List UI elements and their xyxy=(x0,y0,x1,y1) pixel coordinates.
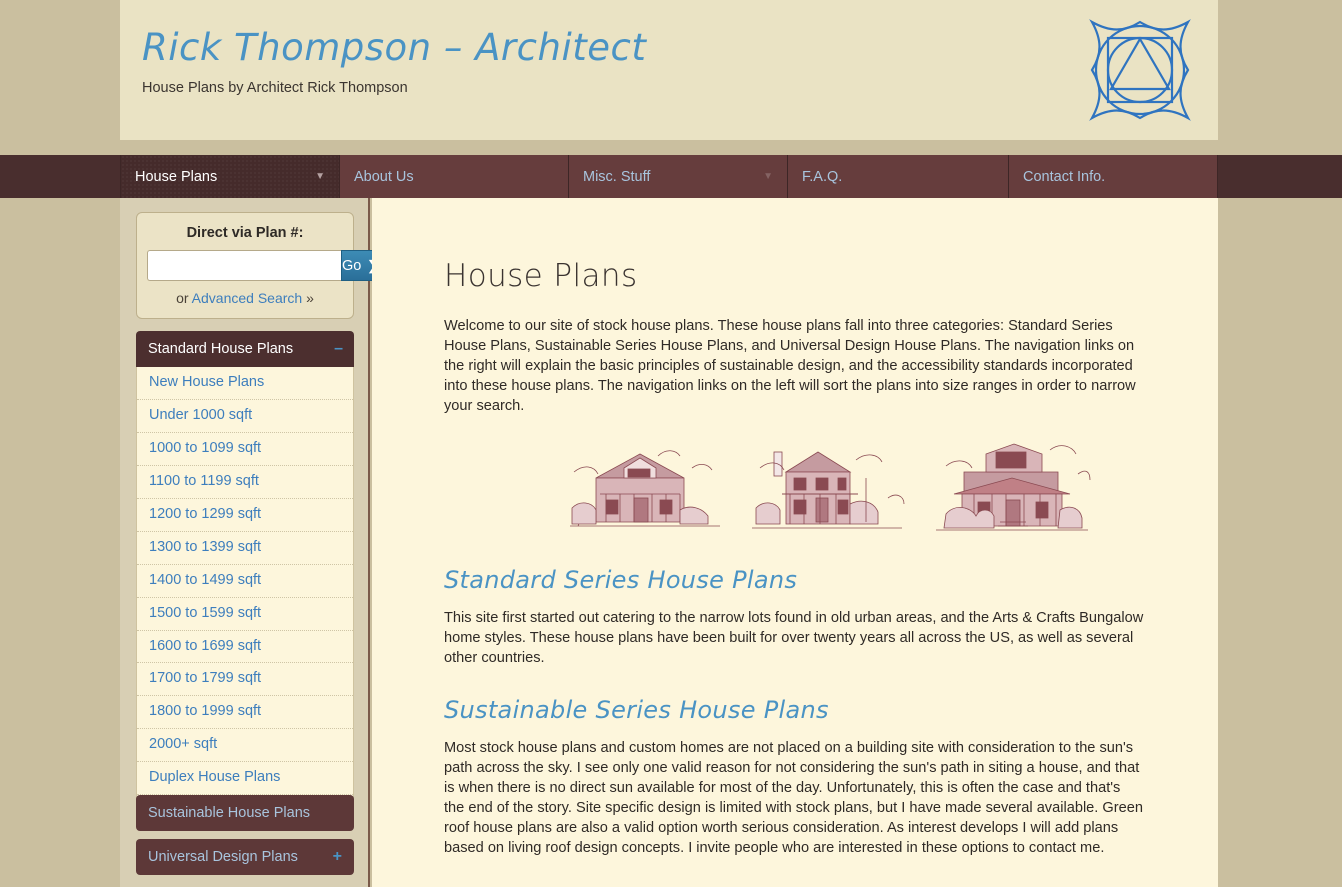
list-item[interactable]: 2000+ sqft xyxy=(137,729,353,763)
accordion-body-standard: New House Plans Under 1000 sqft 1000 to … xyxy=(136,367,354,831)
nav-label-faq: F.A.Q. xyxy=(802,168,843,185)
list-item[interactable]: 1600 to 1699 sqft xyxy=(137,631,353,664)
intro-paragraph: Welcome to our site of stock house plans… xyxy=(444,318,1136,414)
advanced-search-row: or Advanced Search » xyxy=(147,290,343,306)
go-button-label: Go xyxy=(342,257,362,274)
accordion-header-universal[interactable]: Universal Design Plans + xyxy=(136,839,354,875)
section-heading-standard: Standard Series House Plans xyxy=(444,566,798,594)
nav-item-misc-stuff[interactable]: Misc. Stuff ▼ xyxy=(569,155,788,198)
plan-number-search-box: Direct via Plan #: Go ❯ or Advanced Sear… xyxy=(136,212,380,319)
accordion-header-sustainable[interactable]: Sustainable House Plans xyxy=(136,795,354,831)
list-item[interactable]: 1100 to 1199 sqft xyxy=(137,466,353,499)
left-sidebar: Direct via Plan #: Go ❯ or Advanced Sear… xyxy=(120,198,380,887)
house-illustrations-row xyxy=(562,438,1163,538)
plus-icon: + xyxy=(332,848,342,865)
nav-item-about-us[interactable]: About Us xyxy=(340,155,569,198)
accordion-title-sustainable: Sustainable House Plans xyxy=(148,805,311,821)
list-item[interactable]: 1500 to 1599 sqft xyxy=(137,598,353,631)
accordion-title-universal: Universal Design Plans xyxy=(148,849,298,865)
craftsman-house-sketch-3-icon xyxy=(930,438,1093,538)
list-item[interactable]: 1000 to 1099 sqft xyxy=(137,433,353,466)
list-item[interactable]: 1200 to 1299 sqft xyxy=(137,499,353,532)
advanced-search-prefix: or xyxy=(176,290,192,306)
chevron-down-icon: ▼ xyxy=(763,170,773,182)
accordion-sustainable-house-plans: Sustainable House Plans xyxy=(136,795,354,831)
page-root: Rick Thompson – Architect House Plans by… xyxy=(0,0,1342,887)
search-label: Direct via Plan #: xyxy=(186,225,304,241)
geometric-architect-logo-icon xyxy=(1080,10,1200,130)
page-title: Rick Thompson – Architect xyxy=(142,26,647,69)
nav-item-faq[interactable]: F.A.Q. xyxy=(788,155,1009,198)
list-item[interactable]: 1700 to 1799 sqft xyxy=(137,663,353,697)
accordion-title-standard: Standard House Plans xyxy=(148,341,294,357)
accordion-universal-design-plans: Universal Design Plans + xyxy=(136,839,354,875)
nav-label-house-plans: House Plans xyxy=(135,168,218,185)
advanced-search-link[interactable]: Advanced Search xyxy=(192,290,303,306)
bungalow-sketch-1-icon xyxy=(562,438,725,538)
section-body-sustainable: Most stock house plans and custom homes … xyxy=(444,740,1143,856)
section-heading-sustainable: Sustainable Series House Plans xyxy=(444,696,829,724)
nav-label-contact-info: Contact Info. xyxy=(1023,168,1106,185)
plan-number-input[interactable] xyxy=(147,250,341,281)
accordion-header-standard[interactable]: Standard House Plans – xyxy=(136,331,354,367)
list-item[interactable]: New House Plans xyxy=(137,367,353,400)
site-tagline: House Plans by Architect Rick Thompson xyxy=(142,80,408,96)
advanced-search-suffix: » xyxy=(302,290,314,306)
minus-icon: – xyxy=(334,340,343,357)
chevron-down-icon: ▼ xyxy=(315,170,325,182)
accordion-standard-house-plans: Standard House Plans – New House Plans U… xyxy=(136,331,354,831)
content-inner: House Plans Welcome to our site of stock… xyxy=(372,198,1218,887)
list-item[interactable]: 1300 to 1399 sqft xyxy=(137,532,353,565)
content-page-title: House Plans xyxy=(444,258,638,294)
nav-label-about-us: About Us xyxy=(354,168,414,185)
nav-item-contact-info[interactable]: Contact Info. xyxy=(1009,155,1218,198)
site-header: Rick Thompson – Architect House Plans by… xyxy=(120,0,1218,140)
main-content: House Plans Welcome to our site of stock… xyxy=(372,198,1218,887)
nav-label-misc-stuff: Misc. Stuff xyxy=(583,168,651,185)
search-row: Go ❯ xyxy=(147,250,380,281)
list-item[interactable]: 1400 to 1499 sqft xyxy=(137,565,353,598)
two-story-house-sketch-2-icon xyxy=(746,438,909,538)
list-item[interactable]: Under 1000 sqft xyxy=(137,400,353,433)
nav-item-house-plans[interactable]: House Plans ▼ xyxy=(120,155,340,198)
list-item[interactable]: 1800 to 1999 sqft xyxy=(137,696,353,730)
nav-items-container: House Plans ▼ About Us Misc. Stuff ▼ F.A… xyxy=(120,155,1218,198)
list-item[interactable]: Duplex House Plans xyxy=(137,762,353,796)
main-navigation: House Plans ▼ About Us Misc. Stuff ▼ F.A… xyxy=(0,155,1342,198)
section-body-standard: This site first started out catering to … xyxy=(444,610,1144,666)
